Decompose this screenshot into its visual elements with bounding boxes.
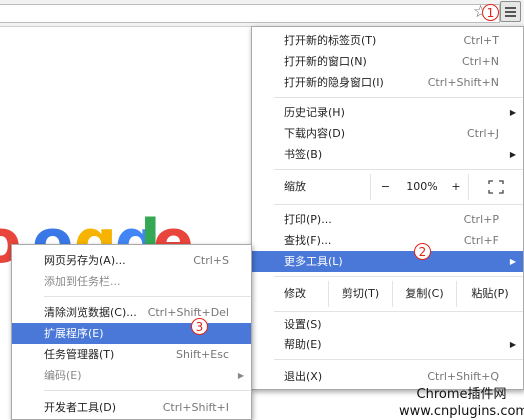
step-badge-3: 3 [191,318,208,335]
menu-separator [274,204,523,205]
step-badge-1: 1 [482,4,499,21]
menu-separator [44,390,251,391]
step-badge-2: 2 [414,243,431,260]
menu-item-more-tools[interactable]: 更多工具(L) ▶ [252,251,523,272]
menu-item-print[interactable]: 打印(P)... Ctrl+P [252,209,523,230]
submenu-arrow-icon: ▶ [509,257,516,266]
address-bar[interactable] [0,4,500,23]
cut-button[interactable]: 剪切(T) [328,281,392,307]
edit-label: 修改 [284,287,306,300]
menu-item-add-to-taskbar[interactable]: 添加到任务栏... [12,271,251,292]
paste-button[interactable]: 粘贴(P) [456,281,523,307]
zoom-in-button[interactable]: + [444,174,468,200]
menu-item-developer-tools[interactable]: 开发者工具(D) Ctrl+Shift+I [12,397,251,418]
watermark-url: www.cnplugins.com [399,404,524,419]
menu-item-extensions[interactable]: 扩展程序(E) [12,323,251,344]
menu-item-help[interactable]: 帮助(E) ▶ [252,334,523,355]
menu-item-history[interactable]: 历史记录(H) ▶ [252,102,523,123]
menu-separator [274,359,523,360]
menu-item-find[interactable]: 查找(F)... Ctrl+F [252,230,523,251]
edit-row: 修改 剪切(T) 复制(C) 粘贴(P) [252,281,523,307]
menu-item-bookmarks[interactable]: 书签(B) ▶ [252,144,523,165]
menu-separator [44,296,251,297]
watermark-title: Chrome插件网 [416,387,507,402]
menu-separator [274,311,523,312]
chrome-main-menu: 打开新的标签页(T) Ctrl+T 打开新的窗口(N) Ctrl+N 打开新的隐… [251,26,524,390]
menu-separator [274,97,523,98]
chrome-menu-button[interactable] [500,1,521,22]
browser-toolbar: ☆ [0,0,524,27]
zoom-row: 缩放 − 100% + [252,174,523,200]
zoom-out-button[interactable]: − [370,174,400,200]
submenu-arrow-icon: ▶ [509,108,516,117]
zoom-label: 缩放 [284,180,306,193]
copy-button[interactable]: 复制(C) [392,281,456,307]
menu-item-new-window[interactable]: 打开新的窗口(N) Ctrl+N [252,51,523,72]
menu-separator [274,169,523,170]
menu-separator [274,276,523,277]
menu-item-task-manager[interactable]: 任务管理器(T) Shift+Esc [12,344,251,365]
submenu-arrow-icon: ▶ [509,340,516,349]
menu-item-new-incognito[interactable]: 打开新的隐身窗口(I) Ctrl+Shift+N [252,72,523,93]
menu-item-downloads[interactable]: 下载内容(D) Ctrl+J [252,123,523,144]
zoom-level: 100% [406,180,438,193]
more-tools-submenu: 网页另存为(A)... Ctrl+S 添加到任务栏... 清除浏览数据(C)..… [11,244,252,420]
menu-item-settings[interactable]: 设置(S) [252,314,523,335]
menu-item-new-tab[interactable]: 打开新的标签页(T) Ctrl+T [252,30,523,51]
fullscreen-icon[interactable] [468,174,523,200]
submenu-arrow-icon: ▶ [509,150,516,159]
menu-item-encoding[interactable]: 编码(E) ▶ [12,365,251,386]
watermark: Chrome插件网 www.cnplugins.com [399,386,524,420]
menu-item-clear-browsing-data[interactable]: 清除浏览数据(C)... Ctrl+Shift+Del [12,302,251,323]
menu-item-save-page[interactable]: 网页另存为(A)... Ctrl+S [12,250,251,271]
submenu-arrow-icon: ▶ [237,371,244,380]
menu-item-exit[interactable]: 退出(X) Ctrl+Shift+Q [252,366,523,387]
